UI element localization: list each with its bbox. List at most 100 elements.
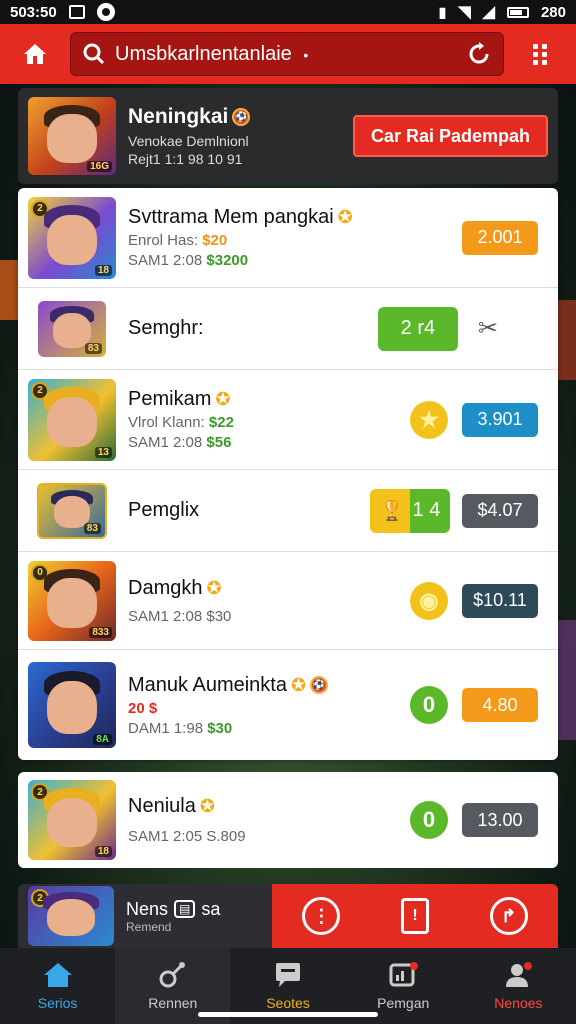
share-button[interactable]: ↱ (489, 897, 528, 935)
row-date: SAM1 2:08 (128, 434, 203, 451)
avatar-badge: 18 (94, 846, 112, 857)
row-name: Svttrama Mem pangkai (128, 206, 334, 228)
row-name: Pemikam (128, 388, 212, 410)
featured-card[interactable]: 16G Neningkai ⚽ Venokae Demlnionl Rejt1 … (18, 88, 558, 184)
nav-label: Serios (37, 995, 78, 1011)
search-text: Umsbkarlnentanlaie (115, 42, 292, 65)
action-buttons: ⋮ ! ↱ (272, 884, 558, 948)
nav-label: Pemgan (377, 995, 430, 1011)
row-amount-green: $56 (206, 434, 232, 451)
controller-icon (159, 962, 185, 988)
score-button[interactable]: 2 r4 (377, 306, 458, 351)
player-avatar: 2 18 (28, 780, 116, 860)
refresh-icon[interactable] (467, 42, 491, 66)
nav-item-profile[interactable]: Nenoes (461, 948, 576, 1024)
score-label: 2 r4 (400, 317, 436, 339)
avatar-badge: 83 (83, 522, 101, 534)
trophy-score-button[interactable]: 🏆 1 4 (370, 488, 450, 533)
home-button[interactable] (0, 24, 70, 84)
row-date: DAM1 1:98 (128, 719, 204, 737)
status-bar: 503:50 ▮ ◥ ◢ 280 (0, 0, 576, 24)
lock-icon: ▮ (438, 3, 447, 20)
row-label: Vlrol Klann: (128, 414, 205, 431)
status-time: 503:50 (10, 3, 57, 21)
star-coin-icon: ★ (410, 400, 448, 439)
list-item[interactable]: 2 18 Svttrama Mem pangkai ✪ Enrol Has: $2… (18, 188, 558, 288)
top-bar: Umsbkarlnentanlaie • (0, 24, 576, 84)
star-icon: ✪ (290, 674, 307, 695)
row-amount: 20 $ (128, 699, 158, 717)
row-date: SAM1 2:08 (128, 252, 203, 269)
avatar-badge: 18 (94, 264, 112, 276)
status-battery-text: 280 (540, 3, 566, 21)
list-item[interactable]: 0 833 Damgkh ✪ SAM1 2:08 $30 ◉ $10.11 (18, 552, 558, 650)
price-button[interactable]: 13.00 (462, 803, 538, 837)
ball-icon: ⚽ (310, 676, 329, 694)
info-icon: ⋮ (312, 905, 331, 926)
gold-coin-icon: ◉ (410, 581, 448, 620)
row-name: Pemglix (128, 499, 200, 521)
price-button[interactable]: 3.901 (462, 402, 538, 437)
list-item[interactable]: 2 18 Neniula ✪ SAM1 2:05 S.809 0 13.00 (18, 772, 558, 868)
price-button[interactable]: $4.07 (462, 493, 538, 528)
row-date: SAM1 2:08 $30 (128, 607, 232, 625)
menu-button[interactable] (504, 24, 576, 84)
avatar-badge: 833 (89, 626, 112, 638)
player-avatar: 2 (28, 886, 114, 946)
background-light-right-bottom (558, 620, 576, 740)
featured-name: Neningkai (128, 105, 229, 128)
price-button[interactable]: $10.11 (462, 583, 538, 618)
search-bar[interactable]: Umsbkarlnentanlaie • (70, 32, 504, 76)
card-button[interactable]: ! (400, 898, 429, 934)
background-light-left (0, 260, 18, 320)
row-name: Damgkh (128, 576, 203, 599)
star-icon: ✪ (337, 207, 353, 227)
image-notification-icon (68, 5, 85, 19)
list-item[interactable]: 83 Semghr: 2 r4 ✂ (18, 288, 558, 370)
list-item[interactable]: 2 13 Pemikam ✪ Vlrol Klann: $22 SAM1 2:08… (18, 370, 558, 470)
current-player-panel[interactable]: 2 Nens ▤ sa Remend (18, 884, 272, 948)
row-name: Manuk Aumeinkta (128, 673, 287, 696)
row-amount-green: $3200 (206, 252, 249, 269)
player-avatar: 83 (37, 482, 107, 539)
list-item[interactable]: 83 Pemglix 🏆 1 4 $4.07 (18, 470, 558, 552)
search-input[interactable]: Umsbkarlnentanlaie • (115, 43, 467, 66)
panel-name-suffix: sa (201, 898, 221, 919)
star-icon: ✪ (199, 796, 215, 816)
row-amount: $22 (208, 414, 234, 431)
green-coin-button[interactable]: 0 (410, 801, 448, 839)
player-avatar: 8A (28, 662, 116, 748)
green-coin-button[interactable]: 0 (410, 686, 448, 724)
background-light-right (558, 300, 576, 380)
panel-sub: Remend (126, 919, 172, 934)
nav-item-home[interactable]: Serios (0, 948, 115, 1024)
player-avatar: 2 18 (28, 196, 116, 279)
featured-line1: Venokae Demlnionl (128, 133, 249, 149)
player-avatar: 2 13 (28, 378, 116, 461)
price-button[interactable]: 2.001 (462, 220, 538, 255)
row-label: Enrol Has: (128, 232, 199, 249)
player-avatar: 16G (28, 97, 116, 175)
ball-icon: ⚽ (232, 108, 251, 126)
score-label: 1 4 (412, 499, 441, 521)
action-bar: 2 Nens ▤ sa Remend ⋮ ! ↱ (18, 884, 558, 948)
share-icon: ↱ (501, 905, 517, 926)
row-amount: $20 (202, 232, 228, 249)
scissors-icon[interactable]: ✂ (478, 314, 498, 343)
info-button[interactable]: ⋮ (302, 897, 341, 935)
price-button[interactable]: 4.80 (462, 688, 538, 722)
chat-icon (276, 963, 300, 987)
wifi-icon: ◥ (458, 4, 471, 21)
home-icon (43, 963, 72, 987)
list-item[interactable]: 8A Manuk Aumeinkta ✪ ⚽ 20 $ DAM1 1:98 $30 … (18, 650, 558, 760)
row-name: Semghr: (128, 317, 204, 339)
battery-icon (506, 6, 529, 18)
row-date: SAM1 2:05 S.809 (128, 828, 246, 845)
profile-icon (506, 962, 533, 987)
avatar-badge: 8A (93, 734, 112, 745)
nav-label: Rennen (148, 995, 198, 1011)
home-indicator[interactable] (198, 1012, 378, 1017)
row-amount-green: $30 (207, 719, 233, 737)
player-avatar: 0 833 (28, 560, 116, 641)
featured-cta-button[interactable]: Car Rai Padempah (352, 115, 548, 157)
